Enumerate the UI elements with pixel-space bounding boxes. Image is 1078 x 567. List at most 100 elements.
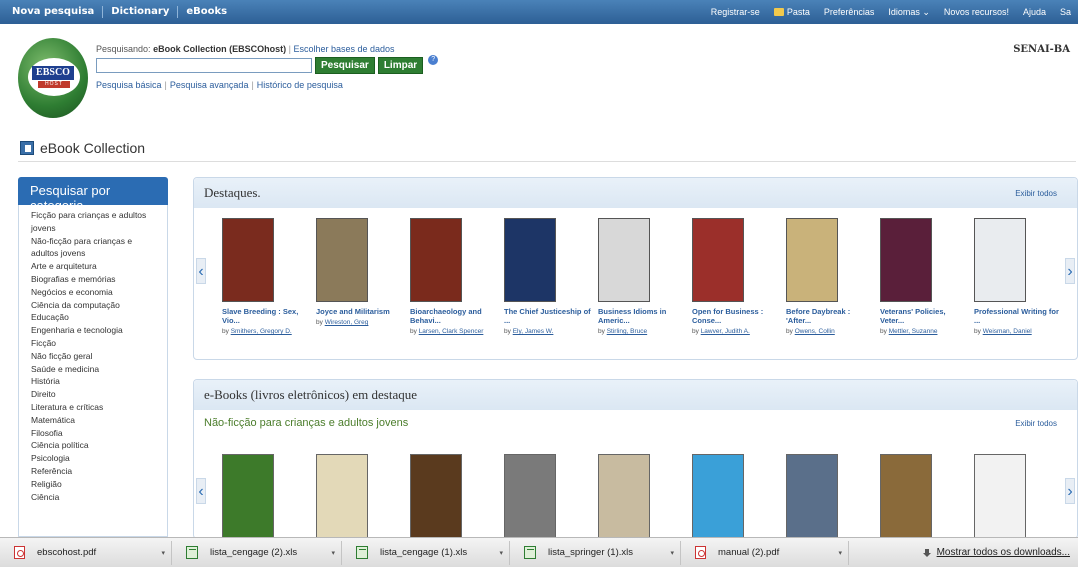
download-item[interactable]: lista_cengage (2).xls ▾ xyxy=(172,540,342,565)
featured-view-all-link[interactable]: Exibir todos xyxy=(1015,189,1057,198)
dropdown-caret-icon[interactable]: ▾ xyxy=(499,549,503,557)
category-item[interactable]: Direito xyxy=(19,388,167,401)
featured-book[interactable]: Bioarchaeology and Behavi... by Larsen, C… xyxy=(410,218,500,335)
category-item[interactable]: Educação xyxy=(19,311,167,324)
featured-book[interactable]: Veterans' Policies, Veter... by Mettler, … xyxy=(880,218,970,335)
category-item[interactable]: Não-ficção para crianças e adultos joven… xyxy=(19,235,167,261)
pasta-link[interactable]: Pasta xyxy=(767,7,817,17)
ebook-cover[interactable] xyxy=(974,454,1026,540)
search-button[interactable]: Pesquisar xyxy=(315,57,375,74)
featured-book[interactable]: Open for Business : Conse... by Lawver, J… xyxy=(692,218,782,335)
book-title-link[interactable]: Professional Writing for ... xyxy=(974,307,1064,325)
ebook-cover[interactable] xyxy=(222,454,274,540)
ebook-cover[interactable] xyxy=(410,454,462,540)
prev-arrow-icon[interactable]: ‹ xyxy=(196,258,206,284)
category-item[interactable]: Arte e arquitetura xyxy=(19,260,167,273)
book-title-link[interactable]: Bioarchaeology and Behavi... xyxy=(410,307,500,325)
featured-book[interactable]: Professional Writing for ... by Weisman, … xyxy=(974,218,1064,335)
help-icon[interactable]: ? xyxy=(428,54,439,65)
choose-database-link[interactable]: Escolher bases de dados xyxy=(293,44,394,54)
book-title-link[interactable]: Open for Business : Conse... xyxy=(692,307,782,325)
featured-book[interactable]: Slave Breeding : Sex, Vio... by Smithers,… xyxy=(222,218,312,335)
nav-ebooks[interactable]: eBooks xyxy=(178,6,235,18)
ebooks-subtitle[interactable]: Não-ficção para crianças e adultos joven… xyxy=(204,417,408,429)
book-cover[interactable] xyxy=(316,218,368,302)
category-item[interactable]: Não ficção geral xyxy=(19,350,167,363)
search-history-link[interactable]: Histórico de pesquisa xyxy=(257,80,343,90)
idiomas-menu[interactable]: Idiomas ⌄ xyxy=(881,7,937,18)
ebook-cover[interactable] xyxy=(880,454,932,540)
download-item[interactable]: lista_cengage (1).xls ▾ xyxy=(342,540,510,565)
ebscohost-logo[interactable]: EBSCO HOST xyxy=(18,38,88,118)
book-cover[interactable] xyxy=(880,218,932,302)
ebook-cover[interactable] xyxy=(598,454,650,540)
category-item[interactable]: Religião xyxy=(19,478,167,491)
book-title-link[interactable]: Business Idioms in Americ... xyxy=(598,307,688,325)
author-link[interactable]: Wireston, Greg xyxy=(325,319,369,326)
category-item[interactable]: Filosofia xyxy=(19,427,167,440)
book-cover[interactable] xyxy=(692,218,744,302)
featured-book[interactable]: Before Daybreak : 'After... by Owens, Col… xyxy=(786,218,876,335)
author-link[interactable]: Stirling, Bruce xyxy=(607,328,647,335)
category-item[interactable]: Ciência xyxy=(19,491,167,504)
book-title-link[interactable]: Joyce and Militarism xyxy=(316,307,406,316)
book-cover[interactable] xyxy=(410,218,462,302)
novos-recursos-link[interactable]: Novos recursos! xyxy=(937,7,1016,17)
download-item[interactable]: manual (2).pdf ▾ xyxy=(681,540,849,565)
featured-book[interactable]: Business Idioms in Americ... by Stirling,… xyxy=(598,218,688,335)
sair-link[interactable]: Sa xyxy=(1053,7,1078,17)
prev-arrow-icon[interactable]: ‹ xyxy=(196,478,206,504)
category-item[interactable]: Referência xyxy=(19,465,167,478)
author-link[interactable]: Larsen, Clark Spencer xyxy=(419,328,484,335)
book-title-link[interactable]: The Chief Justiceship of ... xyxy=(504,307,594,325)
download-item[interactable]: ebscohost.pdf ▾ xyxy=(0,540,172,565)
category-item[interactable]: Literatura e críticas xyxy=(19,401,167,414)
registrar-link[interactable]: Registrar-se xyxy=(704,7,767,17)
author-link[interactable]: Lawver, Judith A. xyxy=(701,328,750,335)
ebook-cover[interactable] xyxy=(316,454,368,540)
author-link[interactable]: Mettler, Suzanne xyxy=(889,328,938,335)
book-title-link[interactable]: Slave Breeding : Sex, Vio... xyxy=(222,307,312,325)
download-item[interactable]: lista_springer (1).xls ▾ xyxy=(510,540,681,565)
ebooks-view-all-link[interactable]: Exibir todos xyxy=(1015,419,1057,428)
book-title-link[interactable]: Veterans' Policies, Veter... xyxy=(880,307,970,325)
category-item[interactable]: Ciência política xyxy=(19,439,167,452)
category-item[interactable]: Ficção para crianças e adultos jovens xyxy=(19,209,167,235)
author-link[interactable]: Ely, James W. xyxy=(513,328,554,335)
category-item[interactable]: Saúde e medicina xyxy=(19,363,167,376)
featured-book[interactable]: The Chief Justiceship of ... by Ely, Jame… xyxy=(504,218,594,335)
dropdown-caret-icon[interactable]: ▾ xyxy=(670,549,674,557)
category-item[interactable]: Engenharia e tecnologia xyxy=(19,324,167,337)
category-item[interactable]: Ciência da computação xyxy=(19,299,167,312)
ebook-cover[interactable] xyxy=(504,454,556,540)
author-link[interactable]: Weisman, Daniel xyxy=(983,328,1032,335)
advanced-search-link[interactable]: Pesquisa avançada xyxy=(170,80,249,90)
next-arrow-icon[interactable]: › xyxy=(1065,478,1075,504)
category-item[interactable]: Psicologia xyxy=(19,452,167,465)
ajuda-link[interactable]: Ajuda xyxy=(1016,7,1053,17)
book-title-link[interactable]: Before Daybreak : 'After... xyxy=(786,307,876,325)
basic-search-link[interactable]: Pesquisa básica xyxy=(96,80,162,90)
book-cover[interactable] xyxy=(786,218,838,302)
clear-button[interactable]: Limpar xyxy=(377,57,424,74)
category-item[interactable]: Negócios e economia xyxy=(19,286,167,299)
show-all-downloads-link[interactable]: Mostrar todos os downloads... xyxy=(922,547,1070,558)
book-cover[interactable] xyxy=(504,218,556,302)
next-arrow-icon[interactable]: › xyxy=(1065,258,1075,284)
nav-nova-pesquisa[interactable]: Nova pesquisa xyxy=(4,6,104,18)
dropdown-caret-icon[interactable]: ▾ xyxy=(161,549,165,557)
book-cover[interactable] xyxy=(598,218,650,302)
category-item[interactable]: Biografias e memórias xyxy=(19,273,167,286)
category-item[interactable]: História xyxy=(19,375,167,388)
search-input[interactable] xyxy=(96,58,312,73)
author-link[interactable]: Smithers, Gregory D. xyxy=(231,328,292,335)
book-cover[interactable] xyxy=(974,218,1026,302)
nav-dictionary[interactable]: Dictionary xyxy=(103,6,179,18)
book-cover[interactable] xyxy=(222,218,274,302)
ebook-cover[interactable] xyxy=(692,454,744,540)
category-item[interactable]: Matemática xyxy=(19,414,167,427)
featured-book[interactable]: Joyce and Militarism by Wireston, Greg xyxy=(316,218,406,326)
dropdown-caret-icon[interactable]: ▾ xyxy=(838,549,842,557)
preferencias-link[interactable]: Preferências xyxy=(817,7,882,17)
dropdown-caret-icon[interactable]: ▾ xyxy=(331,549,335,557)
